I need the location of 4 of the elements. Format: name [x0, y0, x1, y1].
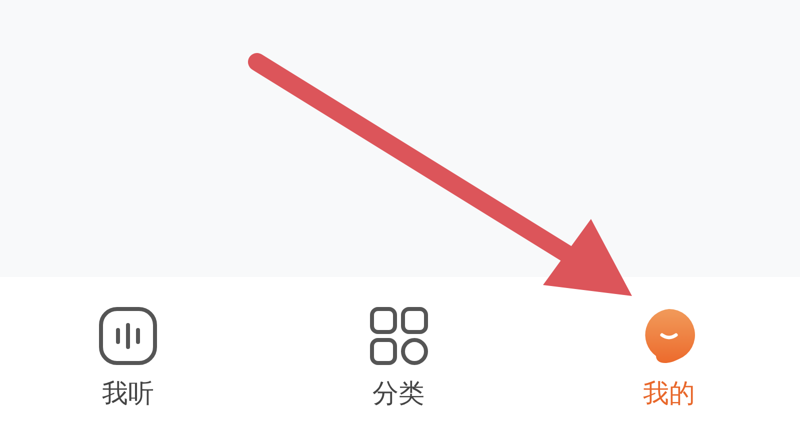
sound-wave-icon — [99, 307, 157, 365]
tab[interactable]: 我听 — [97, 307, 159, 436]
grid-icon — [370, 307, 428, 365]
tab[interactable]: 分类 — [368, 307, 430, 436]
